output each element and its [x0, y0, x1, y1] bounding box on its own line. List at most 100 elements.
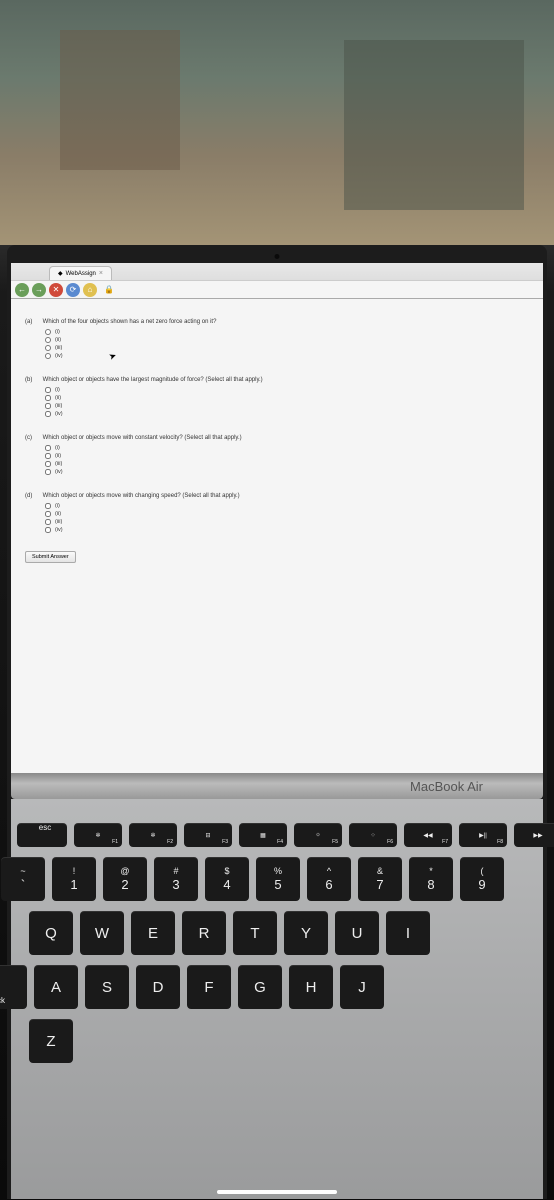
option-label: (ii) [55, 511, 61, 517]
home-button[interactable]: ⌂ [83, 283, 97, 297]
key-g[interactable]: G [238, 965, 282, 1009]
submit-button[interactable]: Submit Answer [25, 551, 76, 563]
option-radio[interactable]: (ii) [45, 337, 529, 343]
key-t[interactable]: T [233, 911, 277, 955]
key-f2[interactable]: ✲F2 [129, 823, 177, 847]
key-z[interactable]: Z [29, 1019, 73, 1063]
checkbox-input[interactable] [45, 445, 51, 451]
key-e[interactable]: E [131, 911, 175, 955]
macbook-label: MacBook Air [410, 779, 483, 794]
key-f8[interactable]: ▶||F8 [459, 823, 507, 847]
checkbox-input[interactable] [45, 453, 51, 459]
launchpad-icon: ▦ [260, 832, 266, 839]
checkbox-input[interactable] [45, 403, 51, 409]
zxcv-row: Z [15, 1019, 539, 1063]
home-indicator[interactable] [217, 1190, 337, 1194]
key-f3[interactable]: ⊟F3 [184, 823, 232, 847]
browser-tab[interactable]: ◆ WebAssign × [49, 266, 112, 280]
option-checkbox[interactable]: (ii) [45, 511, 529, 517]
key-tilde[interactable]: ~` [1, 857, 45, 901]
key-f5[interactable]: ☼F5 [294, 823, 342, 847]
key-9[interactable]: (9 [460, 857, 504, 901]
radio-input[interactable] [45, 329, 51, 335]
question-d: (d) Which object or objects move with ch… [25, 493, 529, 533]
page-content: (a) Which of the four objects shown has … [11, 299, 543, 583]
stop-button[interactable]: ✕ [49, 283, 63, 297]
key-w[interactable]: W [80, 911, 124, 955]
key-r[interactable]: R [182, 911, 226, 955]
key-s[interactable]: S [85, 965, 129, 1009]
option-radio[interactable]: (i) [45, 329, 529, 335]
option-checkbox[interactable]: (i) [45, 503, 529, 509]
key-f1[interactable]: ✲F1 [74, 823, 122, 847]
screen: ◆ WebAssign × ← → ✕ ⟳ ⌂ 🔒 (a) [11, 263, 543, 773]
checkbox-input[interactable] [45, 469, 51, 475]
close-icon[interactable]: × [99, 270, 103, 277]
checkbox-input[interactable] [45, 411, 51, 417]
key-f6[interactable]: ⁘F6 [349, 823, 397, 847]
key-j[interactable]: J [340, 965, 384, 1009]
laptop: ◆ WebAssign × ← → ✕ ⟳ ⌂ 🔒 (a) [0, 245, 554, 1200]
radio-input[interactable] [45, 345, 51, 351]
forward-button[interactable]: → [32, 283, 46, 297]
key-6[interactable]: ^6 [307, 857, 351, 901]
option-checkbox[interactable]: (iv) [45, 469, 529, 475]
key-f7[interactable]: ◀◀F7 [404, 823, 452, 847]
question-label: (d) [25, 493, 41, 499]
key-1[interactable]: !1 [52, 857, 96, 901]
key-i[interactable]: I [386, 911, 430, 955]
key-5[interactable]: %5 [256, 857, 300, 901]
tab-row: ◆ WebAssign × [11, 263, 543, 280]
key-f9[interactable]: ▶▶ [514, 823, 554, 847]
question-a: (a) Which of the four objects shown has … [25, 319, 529, 359]
option-checkbox[interactable]: (i) [45, 445, 529, 451]
brightness-down-icon: ✲ [95, 832, 100, 839]
key-a[interactable]: A [34, 965, 78, 1009]
option-checkbox[interactable]: (iv) [45, 411, 529, 417]
radio-input[interactable] [45, 337, 51, 343]
key-f4[interactable]: ▦F4 [239, 823, 287, 847]
key-3[interactable]: #3 [154, 857, 198, 901]
key-f[interactable]: F [187, 965, 231, 1009]
option-checkbox[interactable]: (iv) [45, 527, 529, 533]
key-d[interactable]: D [136, 965, 180, 1009]
key-q[interactable]: Q [29, 911, 73, 955]
key-esc[interactable]: esc [17, 823, 67, 847]
option-label: (iv) [55, 411, 63, 417]
key-4[interactable]: $4 [205, 857, 249, 901]
laptop-hinge: MacBook Air [11, 773, 543, 799]
option-label: (iv) [55, 469, 63, 475]
checkbox-input[interactable] [45, 519, 51, 525]
option-checkbox[interactable]: (ii) [45, 453, 529, 459]
reload-button[interactable]: ⟳ [66, 283, 80, 297]
option-checkbox[interactable]: (iii) [45, 403, 529, 409]
asdf-row: ck A S D F G H J [0, 965, 539, 1009]
checkbox-input[interactable] [45, 387, 51, 393]
option-label: (iv) [55, 527, 63, 533]
checkbox-input[interactable] [45, 461, 51, 467]
back-button[interactable]: ← [15, 283, 29, 297]
option-checkbox[interactable]: (iii) [45, 461, 529, 467]
option-checkbox[interactable]: (iii) [45, 519, 529, 525]
play-pause-icon: ▶|| [479, 832, 487, 839]
key-y[interactable]: Y [284, 911, 328, 955]
option-checkbox[interactable]: (i) [45, 387, 529, 393]
checkbox-input[interactable] [45, 511, 51, 517]
tab-favicon-icon: ◆ [58, 270, 63, 277]
option-label: (ii) [55, 337, 61, 343]
option-label: (i) [55, 445, 60, 451]
option-label: (i) [55, 329, 60, 335]
key-caps-lock[interactable]: ck [0, 965, 27, 1009]
key-2[interactable]: @2 [103, 857, 147, 901]
key-7[interactable]: &7 [358, 857, 402, 901]
checkbox-input[interactable] [45, 395, 51, 401]
mission-control-icon: ⊟ [205, 832, 210, 839]
option-radio[interactable]: (iii) [45, 345, 529, 351]
checkbox-input[interactable] [45, 527, 51, 533]
key-8[interactable]: *8 [409, 857, 453, 901]
option-checkbox[interactable]: (ii) [45, 395, 529, 401]
key-h[interactable]: H [289, 965, 333, 1009]
key-u[interactable]: U [335, 911, 379, 955]
radio-input[interactable] [45, 353, 51, 359]
checkbox-input[interactable] [45, 503, 51, 509]
